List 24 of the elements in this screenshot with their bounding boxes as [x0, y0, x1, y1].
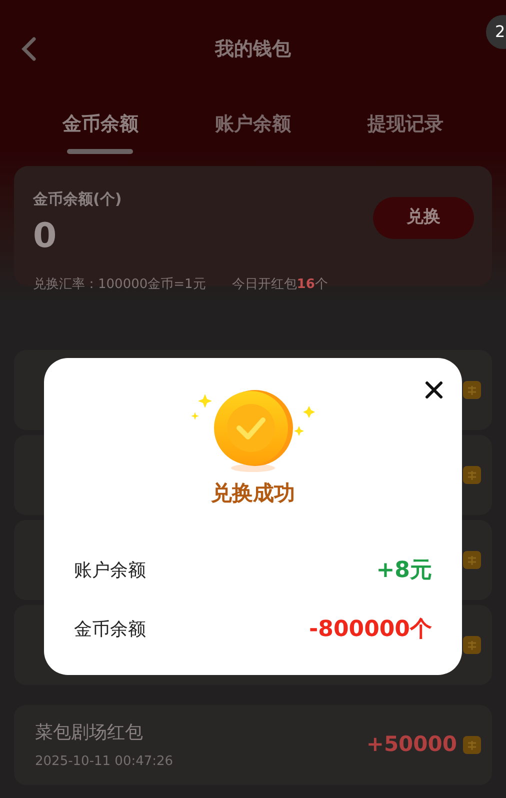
coin-icon	[463, 736, 481, 754]
dialog-row-value: +8元	[376, 556, 432, 584]
dialog-row-label: 金币余额	[74, 618, 146, 642]
record-title: 菜包剧场红包	[35, 720, 144, 745]
balance-value: 0	[33, 214, 57, 258]
balance-label: 金币余额(个)	[33, 189, 122, 210]
tab[interactable]: 账户余额	[214, 98, 291, 158]
exchange-rate: 兑换汇率：100000金币=1元	[33, 276, 206, 294]
close-icon[interactable]	[424, 380, 444, 400]
dialog-row-label: 账户余额	[74, 558, 146, 582]
tab[interactable]: 提现记录	[368, 98, 444, 158]
dialog-title: 兑换成功	[211, 480, 295, 507]
record-time: 2025-10-11 00:47:26	[35, 752, 174, 771]
tab[interactable]: 金币余额	[62, 98, 138, 158]
today-open-count: 今日开红包16个	[232, 276, 328, 294]
dialog-row-value: -800000个	[309, 616, 432, 644]
record-amount: +50000	[366, 731, 457, 758]
coin-icon	[463, 636, 481, 654]
page-title: 我的钱包	[215, 36, 291, 62]
back-icon[interactable]	[20, 36, 38, 62]
exchange-button[interactable]: 兑换	[373, 197, 474, 239]
coin-icon	[463, 551, 481, 569]
coin-icon	[463, 381, 481, 399]
coin-icon	[463, 466, 481, 484]
